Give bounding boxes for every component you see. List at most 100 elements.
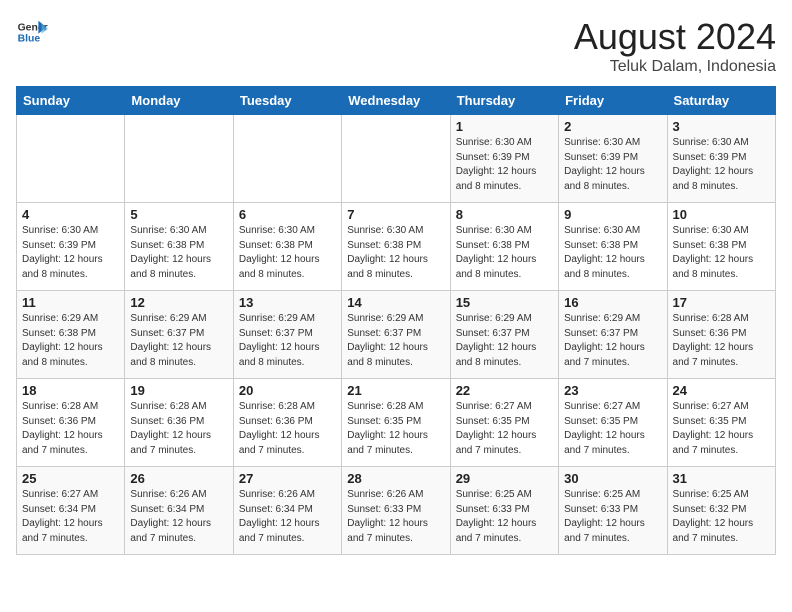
column-header-wednesday: Wednesday <box>342 87 450 115</box>
cell-info: Sunrise: 6:28 AM Sunset: 6:36 PM Dayligh… <box>673 312 770 370</box>
calendar-cell: 17 Sunrise: 6:28 AM Sunset: 6:36 PM Dayli… <box>667 291 775 379</box>
day-number: 15 <box>456 295 553 310</box>
calendar-cell: 22 Sunrise: 6:27 AM Sunset: 6:35 PM Dayli… <box>450 379 558 467</box>
day-number: 30 <box>564 471 661 486</box>
month-year: August 2024 <box>574 16 776 58</box>
day-number: 1 <box>456 119 553 134</box>
calendar-cell: 6 Sunrise: 6:30 AM Sunset: 6:38 PM Daylig… <box>233 203 341 291</box>
cell-info: Sunrise: 6:29 AM Sunset: 6:37 PM Dayligh… <box>347 312 444 370</box>
calendar-cell <box>233 115 341 203</box>
calendar-cell: 27Sunrise: 6:26 AM Sunset: 6:34 PM Dayli… <box>233 467 341 555</box>
cell-info: Sunrise: 6:26 AM Sunset: 6:34 PM Dayligh… <box>130 488 227 546</box>
cell-info: Sunrise: 6:27 AM Sunset: 6:35 PM Dayligh… <box>673 400 770 458</box>
calendar-cell: 9 Sunrise: 6:30 AM Sunset: 6:38 PM Daylig… <box>559 203 667 291</box>
day-number: 16 <box>564 295 661 310</box>
calendar-week-2: 4 Sunrise: 6:30 AM Sunset: 6:39 PM Daylig… <box>17 203 776 291</box>
day-number: 6 <box>239 207 336 222</box>
calendar-cell: 13Sunrise: 6:29 AM Sunset: 6:37 PM Dayli… <box>233 291 341 379</box>
calendar-cell: 20 Sunrise: 6:28 AM Sunset: 6:36 PM Dayli… <box>233 379 341 467</box>
cell-info: Sunrise: 6:30 AM Sunset: 6:39 PM Dayligh… <box>456 136 553 194</box>
cell-info: Sunrise: 6:30 AM Sunset: 6:39 PM Dayligh… <box>564 136 661 194</box>
logo-icon: General Blue <box>16 16 48 48</box>
day-number: 31 <box>673 471 770 486</box>
calendar-cell: 14 Sunrise: 6:29 AM Sunset: 6:37 PM Dayli… <box>342 291 450 379</box>
calendar-table: SundayMondayTuesdayWednesdayThursdayFrid… <box>16 86 776 555</box>
calendar-cell: 5Sunrise: 6:30 AM Sunset: 6:38 PM Daylig… <box>125 203 233 291</box>
day-number: 19 <box>130 383 227 398</box>
calendar-cell: 10Sunrise: 6:30 AM Sunset: 6:38 PM Dayli… <box>667 203 775 291</box>
calendar-cell: 31Sunrise: 6:25 AM Sunset: 6:32 PM Dayli… <box>667 467 775 555</box>
calendar-week-1: 1 Sunrise: 6:30 AM Sunset: 6:39 PM Daylig… <box>17 115 776 203</box>
calendar-week-3: 11 Sunrise: 6:29 AM Sunset: 6:38 PM Dayli… <box>17 291 776 379</box>
column-header-monday: Monday <box>125 87 233 115</box>
cell-info: Sunrise: 6:29 AM Sunset: 6:37 PM Dayligh… <box>456 312 553 370</box>
cell-info: Sunrise: 6:27 AM Sunset: 6:34 PM Dayligh… <box>22 488 119 546</box>
calendar-cell: 4 Sunrise: 6:30 AM Sunset: 6:39 PM Daylig… <box>17 203 125 291</box>
calendar-cell: 2 Sunrise: 6:30 AM Sunset: 6:39 PM Daylig… <box>559 115 667 203</box>
cell-info: Sunrise: 6:28 AM Sunset: 6:36 PM Dayligh… <box>239 400 336 458</box>
day-number: 20 <box>239 383 336 398</box>
calendar-cell: 16 Sunrise: 6:29 AM Sunset: 6:37 PM Dayli… <box>559 291 667 379</box>
calendar-header-row: SundayMondayTuesdayWednesdayThursdayFrid… <box>17 87 776 115</box>
day-number: 5 <box>130 207 227 222</box>
cell-info: Sunrise: 6:29 AM Sunset: 6:37 PM Dayligh… <box>239 312 336 370</box>
day-number: 9 <box>564 207 661 222</box>
location: Teluk Dalam, Indonesia <box>574 58 776 76</box>
calendar-cell: 8Sunrise: 6:30 AM Sunset: 6:38 PM Daylig… <box>450 203 558 291</box>
calendar-cell: 23Sunrise: 6:27 AM Sunset: 6:35 PM Dayli… <box>559 379 667 467</box>
svg-text:Blue: Blue <box>18 34 41 45</box>
day-number: 4 <box>22 207 119 222</box>
day-number: 22 <box>456 383 553 398</box>
calendar-cell: 18Sunrise: 6:28 AM Sunset: 6:36 PM Dayli… <box>17 379 125 467</box>
calendar-cell: 3 Sunrise: 6:30 AM Sunset: 6:39 PM Daylig… <box>667 115 775 203</box>
calendar-cell: 29Sunrise: 6:25 AM Sunset: 6:33 PM Dayli… <box>450 467 558 555</box>
day-number: 11 <box>22 295 119 310</box>
calendar-cell: 24Sunrise: 6:27 AM Sunset: 6:35 PM Dayli… <box>667 379 775 467</box>
cell-info: Sunrise: 6:30 AM Sunset: 6:38 PM Dayligh… <box>564 224 661 282</box>
cell-info: Sunrise: 6:26 AM Sunset: 6:34 PM Dayligh… <box>239 488 336 546</box>
day-number: 17 <box>673 295 770 310</box>
column-header-tuesday: Tuesday <box>233 87 341 115</box>
column-header-sunday: Sunday <box>17 87 125 115</box>
cell-info: Sunrise: 6:25 AM Sunset: 6:33 PM Dayligh… <box>456 488 553 546</box>
cell-info: Sunrise: 6:29 AM Sunset: 6:37 PM Dayligh… <box>130 312 227 370</box>
cell-info: Sunrise: 6:27 AM Sunset: 6:35 PM Dayligh… <box>456 400 553 458</box>
cell-info: Sunrise: 6:30 AM Sunset: 6:39 PM Dayligh… <box>673 136 770 194</box>
day-number: 7 <box>347 207 444 222</box>
cell-info: Sunrise: 6:26 AM Sunset: 6:33 PM Dayligh… <box>347 488 444 546</box>
cell-info: Sunrise: 6:30 AM Sunset: 6:38 PM Dayligh… <box>673 224 770 282</box>
cell-info: Sunrise: 6:30 AM Sunset: 6:38 PM Dayligh… <box>347 224 444 282</box>
day-number: 26 <box>130 471 227 486</box>
calendar-cell: 11 Sunrise: 6:29 AM Sunset: 6:38 PM Dayli… <box>17 291 125 379</box>
page-header: General Blue August 2024 Teluk Dalam, In… <box>16 16 776 76</box>
calendar-cell <box>17 115 125 203</box>
cell-info: Sunrise: 6:30 AM Sunset: 6:38 PM Dayligh… <box>239 224 336 282</box>
day-number: 12 <box>130 295 227 310</box>
cell-info: Sunrise: 6:29 AM Sunset: 6:38 PM Dayligh… <box>22 312 119 370</box>
cell-info: Sunrise: 6:25 AM Sunset: 6:33 PM Dayligh… <box>564 488 661 546</box>
day-number: 2 <box>564 119 661 134</box>
cell-info: Sunrise: 6:30 AM Sunset: 6:38 PM Dayligh… <box>456 224 553 282</box>
calendar-cell <box>125 115 233 203</box>
calendar-cell <box>342 115 450 203</box>
calendar-cell: 25Sunrise: 6:27 AM Sunset: 6:34 PM Dayli… <box>17 467 125 555</box>
calendar-cell: 12 Sunrise: 6:29 AM Sunset: 6:37 PM Dayli… <box>125 291 233 379</box>
calendar-cell: 28 Sunrise: 6:26 AM Sunset: 6:33 PM Dayli… <box>342 467 450 555</box>
day-number: 28 <box>347 471 444 486</box>
calendar-week-4: 18 Sunrise: 6:28 AM Sunset: 6:36 PM Dayli… <box>17 379 776 467</box>
calendar-cell: 7 Sunrise: 6:30 AM Sunset: 6:38 PM Daylig… <box>342 203 450 291</box>
column-header-friday: Friday <box>559 87 667 115</box>
day-number: 3 <box>673 119 770 134</box>
title-block: August 2024 Teluk Dalam, Indonesia <box>574 16 776 76</box>
cell-info: Sunrise: 6:30 AM Sunset: 6:39 PM Dayligh… <box>22 224 119 282</box>
cell-info: Sunrise: 6:29 AM Sunset: 6:37 PM Dayligh… <box>564 312 661 370</box>
calendar-cell: 30 Sunrise: 6:25 AM Sunset: 6:33 PM Dayli… <box>559 467 667 555</box>
day-number: 18 <box>22 383 119 398</box>
logo: General Blue <box>16 16 48 48</box>
calendar-cell: 26 Sunrise: 6:26 AM Sunset: 6:34 PM Dayli… <box>125 467 233 555</box>
calendar-cell: 1 Sunrise: 6:30 AM Sunset: 6:39 PM Daylig… <box>450 115 558 203</box>
day-number: 14 <box>347 295 444 310</box>
column-header-thursday: Thursday <box>450 87 558 115</box>
cell-info: Sunrise: 6:27 AM Sunset: 6:35 PM Dayligh… <box>564 400 661 458</box>
column-header-saturday: Saturday <box>667 87 775 115</box>
